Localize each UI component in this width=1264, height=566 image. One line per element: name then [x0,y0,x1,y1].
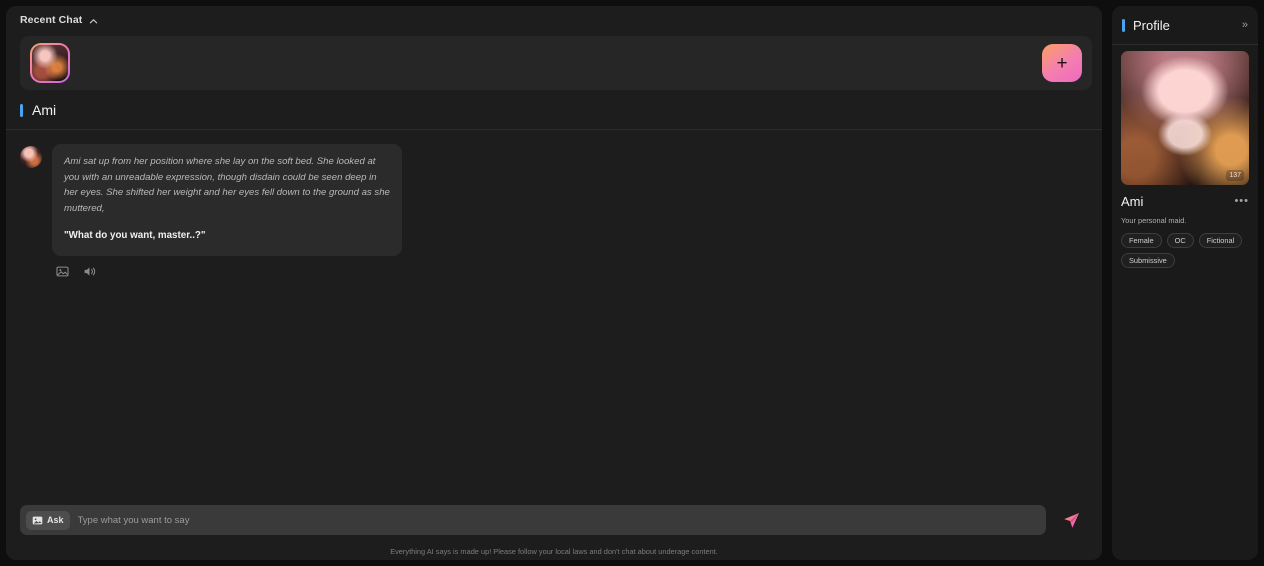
ask-mode-button[interactable]: Ask [26,510,70,530]
composer: Ask [6,505,1102,541]
profile-tags: Female OC Fictional Submissive [1121,233,1249,268]
composer-row: Ask [20,505,1088,535]
message-list: Ami sat up from her position where she l… [6,130,1102,505]
speaker-icon[interactable] [83,265,96,278]
message-bubble: Ami sat up from her position where she l… [52,144,402,256]
collapse-panel-button[interactable]: » [1242,19,1248,31]
profile-image[interactable]: 137 [1121,51,1249,185]
character-thumbnail[interactable] [30,43,70,83]
app-root: Recent Chat + Ami Ami sat up from her po… [0,0,1264,566]
message-input-shell[interactable]: Ask [20,505,1046,535]
tag-chip[interactable]: Submissive [1121,253,1175,268]
recent-chat-card[interactable]: + [20,36,1092,90]
profile-name: Ami [1121,194,1144,209]
send-button[interactable] [1054,505,1088,535]
recent-chat-header[interactable]: Recent Chat [6,6,1102,34]
message-narration: Ami sat up from her position where she l… [64,156,390,214]
more-options-button[interactable]: ••• [1234,196,1249,207]
message-actions [52,265,402,278]
profile-header: Profile » [1112,6,1258,44]
send-icon [1063,512,1079,528]
chat-panel: Recent Chat + Ami Ami sat up from her po… [6,6,1102,560]
accent-bar [1122,18,1125,32]
tag-chip[interactable]: OC [1166,233,1194,248]
ask-mode-label: Ask [47,515,64,525]
profile-description: Your personal maid. [1121,216,1187,225]
profile-body: 137 Ami ••• Your personal maid. Female O… [1112,45,1258,268]
new-chat-button[interactable]: + [1042,44,1082,82]
accent-bar [20,103,23,117]
chevron-up-icon[interactable] [89,17,98,26]
message-quote: "What do you want, master..?" [64,230,206,242]
avatar [20,146,42,168]
profile-title: Profile [1133,17,1170,33]
image-icon [32,515,43,526]
image-icon[interactable] [56,265,69,278]
message-row: Ami sat up from her position where she l… [20,144,1088,278]
recent-chat-label: Recent Chat [20,14,83,26]
tag-chip[interactable]: Fictional [1198,233,1243,248]
thumbnail-image [32,45,68,81]
message-column: Ami sat up from her position where she l… [52,144,402,278]
conversation-character-name: Ami [32,102,57,118]
tag-chip[interactable]: Female [1121,233,1162,248]
profile-panel: Profile » 137 Ami ••• Your personal maid… [1112,6,1258,560]
message-input[interactable] [77,514,1040,526]
profile-name-row: Ami ••• [1121,194,1249,209]
conversation-header: Ami [6,90,1102,129]
image-count-badge: 137 [1226,170,1244,181]
disclaimer-text: Everything AI says is made up! Please fo… [390,547,718,556]
